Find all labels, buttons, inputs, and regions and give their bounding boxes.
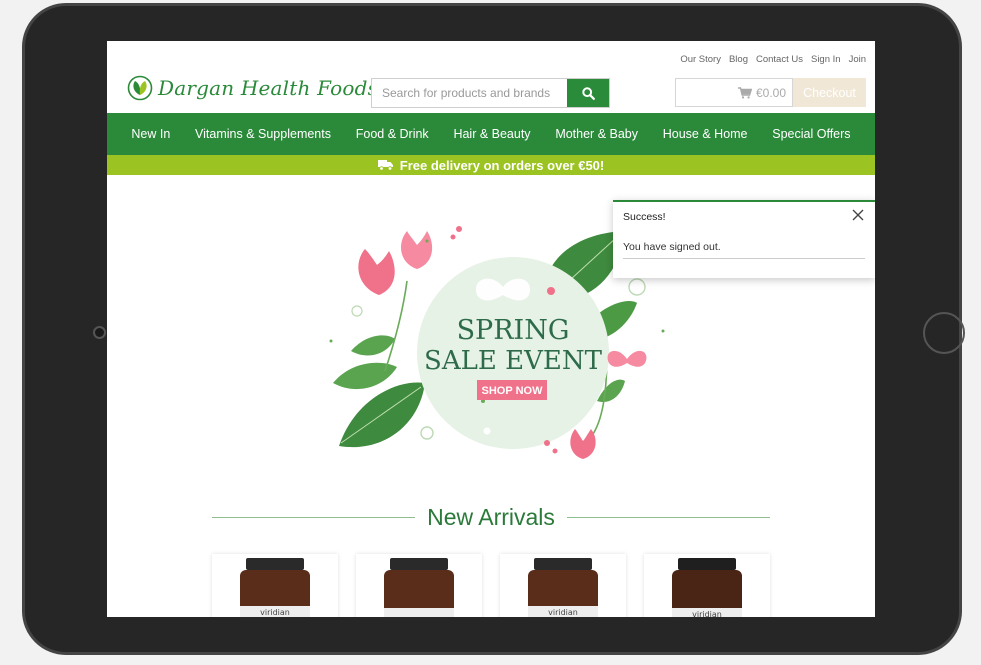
toast-divider	[623, 258, 865, 259]
nav-item-hair-beauty[interactable]: Hair & Beauty	[453, 127, 530, 141]
promo-bar: Free delivery on orders over €50!	[107, 155, 875, 175]
truck-icon	[377, 160, 393, 171]
supplement-jar-image	[384, 558, 454, 617]
cart-total: €0.00	[755, 85, 786, 100]
nav-item-mother-baby[interactable]: Mother & Baby	[555, 127, 638, 141]
product-card[interactable]: viridian	[500, 554, 626, 617]
search-icon	[581, 86, 595, 100]
product-brand: viridian	[548, 608, 578, 617]
product-card[interactable]: viridian	[212, 554, 338, 617]
search-input[interactable]	[372, 79, 567, 107]
banner-line2: SALE EVENT	[424, 346, 603, 376]
main-nav: New In Vitamins & Supplements Food & Dri…	[107, 113, 875, 155]
toast-message: You have signed out.	[623, 241, 721, 253]
banner-line1: SPRING	[457, 315, 570, 346]
checkout-button[interactable]: Checkout	[793, 78, 866, 107]
browser-screen: Our Story Blog Contact Us Sign In Join D…	[107, 41, 875, 617]
product-card[interactable]	[356, 554, 482, 617]
link-join[interactable]: Join	[849, 54, 866, 65]
cart-icon	[737, 86, 752, 98]
search-bar	[371, 78, 610, 108]
success-toast: Success! You have signed out.	[613, 200, 875, 278]
supplement-jar-image: viridian	[240, 558, 310, 617]
section-title: New Arrivals	[427, 504, 555, 530]
link-blog[interactable]: Blog	[729, 54, 748, 65]
product-card[interactable]: viridian	[644, 554, 770, 617]
link-our-story[interactable]: Our Story	[680, 54, 721, 65]
toast-title: Success!	[623, 211, 666, 223]
new-arrivals-heading: New Arrivals	[212, 504, 770, 531]
heading-divider-right	[566, 517, 770, 518]
shop-now-label: SHOP NOW	[482, 385, 544, 397]
nav-item-house-home[interactable]: House & Home	[663, 127, 748, 141]
tulip-flower	[401, 231, 433, 269]
nav-item-new-in[interactable]: New In	[131, 127, 170, 141]
nav-item-food-drink[interactable]: Food & Drink	[356, 127, 429, 141]
search-button[interactable]	[567, 79, 609, 107]
home-button[interactable]	[923, 312, 965, 354]
top-links: Our Story Blog Contact Us Sign In Join	[680, 54, 866, 65]
supplement-jar-image: viridian	[672, 558, 742, 617]
pink-butterfly-icon	[607, 350, 647, 367]
close-icon[interactable]	[851, 208, 865, 222]
nav-item-special-offers[interactable]: Special Offers	[772, 127, 850, 141]
leaf-left	[333, 362, 397, 390]
cart-button[interactable]: €0.00	[675, 78, 793, 107]
product-brand: viridian	[260, 608, 290, 617]
supplement-jar-image: viridian	[528, 558, 598, 617]
leaf-small-left	[351, 335, 395, 356]
product-brand: viridian	[692, 610, 722, 617]
tulip-flower	[358, 249, 395, 295]
product-grid: viridian viridian viridian	[212, 554, 770, 617]
leaf-logo-icon	[127, 75, 153, 101]
site-logo[interactable]: Dargan Health Foods	[127, 75, 378, 101]
link-contact-us[interactable]: Contact Us	[756, 54, 803, 65]
logo-text: Dargan Health Foods	[158, 76, 379, 100]
link-sign-in[interactable]: Sign In	[811, 54, 841, 65]
nav-item-vitamins-supplements[interactable]: Vitamins & Supplements	[195, 127, 331, 141]
promo-text: Free delivery on orders over €50!	[399, 157, 605, 173]
heading-divider-left	[212, 517, 416, 518]
camera-icon	[93, 326, 106, 339]
tulip-flower	[570, 429, 596, 459]
